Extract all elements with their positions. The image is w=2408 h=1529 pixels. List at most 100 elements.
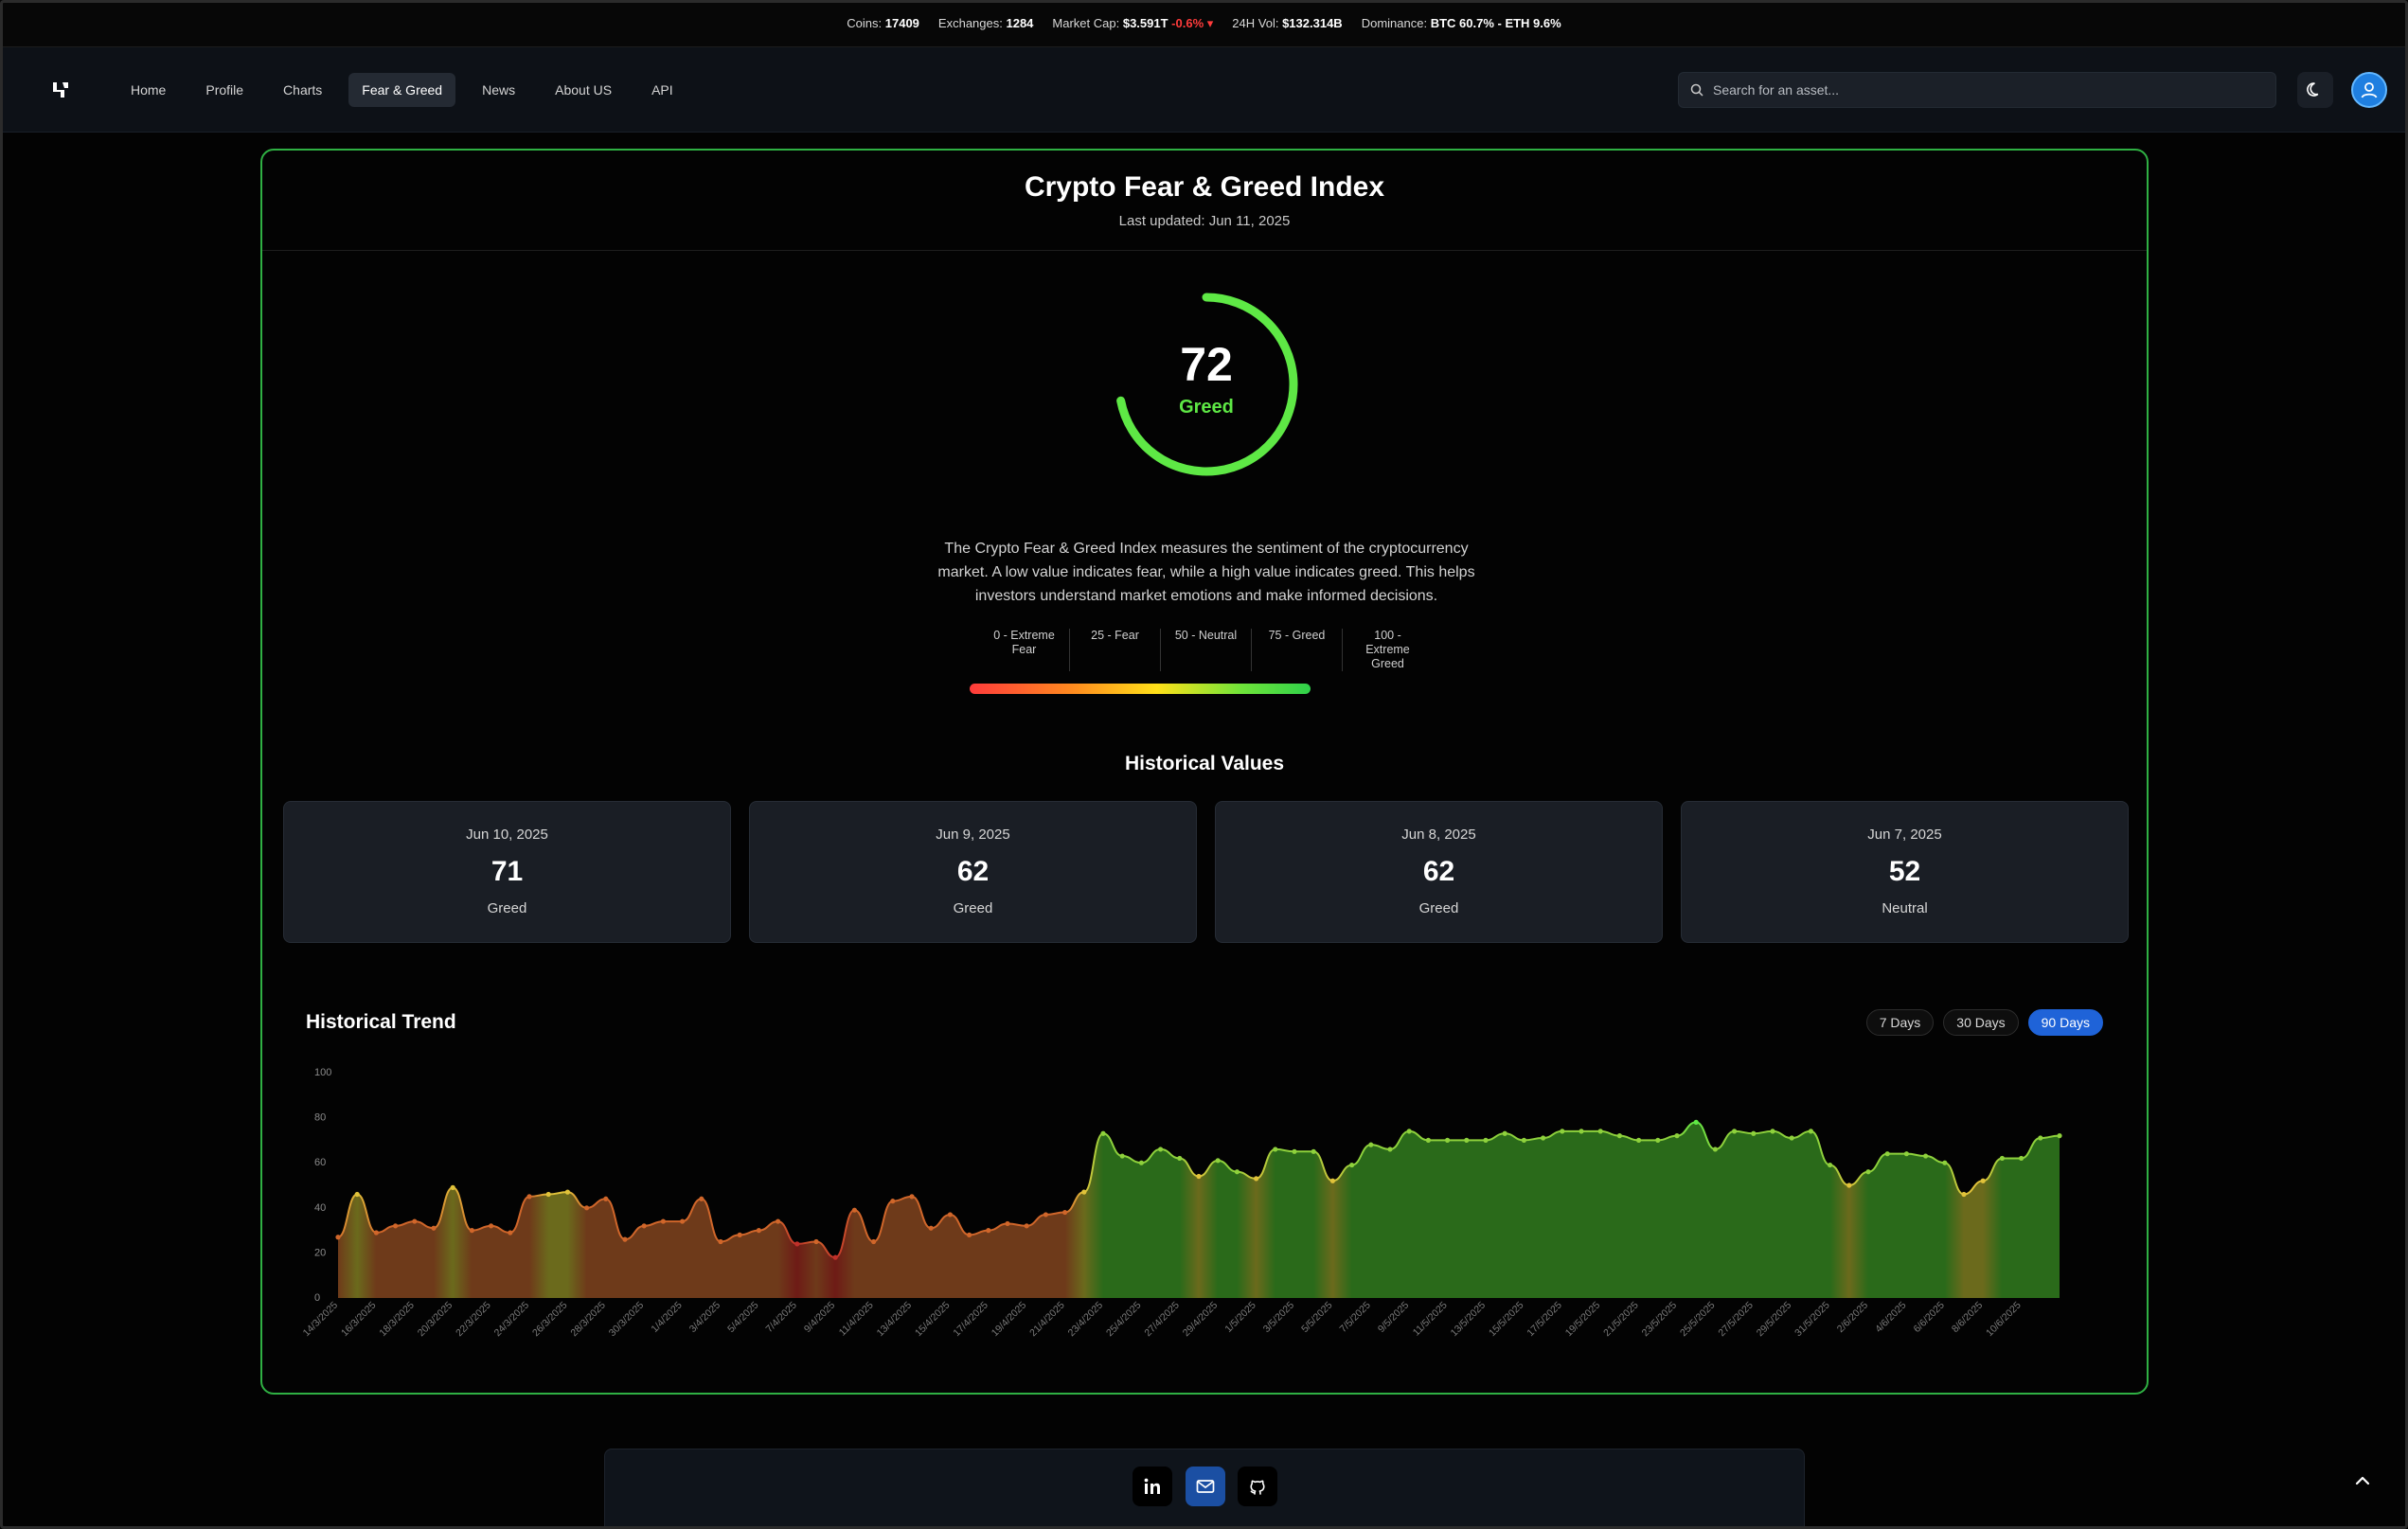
nav-charts[interactable]: Charts [270, 73, 335, 107]
trend-point[interactable] [373, 1230, 379, 1236]
trend-point[interactable] [1674, 1133, 1680, 1139]
trend-point[interactable] [1349, 1162, 1355, 1168]
trend-point[interactable] [1062, 1209, 1068, 1216]
trend-point[interactable] [1732, 1129, 1738, 1134]
trend-point[interactable] [526, 1194, 532, 1200]
trend-point[interactable] [813, 1238, 819, 1245]
trend-point[interactable] [1273, 1147, 1278, 1152]
range-7-days-button[interactable]: 7 Days [1865, 1009, 1935, 1036]
nav-fear-greed[interactable]: Fear & Greed [348, 73, 456, 107]
trend-point[interactable] [890, 1199, 896, 1204]
trend-point[interactable] [1425, 1137, 1431, 1143]
trend-point[interactable] [1541, 1135, 1546, 1141]
trend-point[interactable] [1828, 1162, 1833, 1168]
trend-point[interactable] [851, 1207, 858, 1213]
nav-home[interactable]: Home [117, 73, 179, 107]
trend-point[interactable] [1368, 1142, 1374, 1147]
trend-point[interactable] [1329, 1178, 1335, 1183]
trend-point[interactable] [584, 1205, 590, 1211]
mail-button[interactable] [1186, 1467, 1225, 1506]
trend-point[interactable] [564, 1189, 570, 1195]
trend-point[interactable] [1693, 1119, 1699, 1125]
trend-point[interactable] [1254, 1176, 1259, 1182]
trend-point[interactable] [871, 1238, 877, 1245]
scroll-to-top-button[interactable] [2349, 1467, 2376, 1494]
trend-point[interactable] [2019, 1155, 2025, 1162]
trend-point[interactable] [1770, 1129, 1775, 1134]
trend-point[interactable] [1387, 1147, 1393, 1152]
trend-point[interactable] [1999, 1155, 2005, 1162]
trend-point[interactable] [622, 1236, 628, 1242]
trend-point[interactable] [1196, 1173, 1202, 1180]
trend-point[interactable] [1100, 1130, 1106, 1136]
trend-point[interactable] [986, 1228, 991, 1234]
trend-point[interactable] [1292, 1148, 1297, 1154]
trend-point[interactable] [1138, 1160, 1144, 1165]
trend-point[interactable] [1636, 1137, 1642, 1143]
trend-point[interactable] [928, 1225, 934, 1231]
theme-toggle-button[interactable] [2297, 72, 2333, 108]
trend-point[interactable] [1158, 1147, 1164, 1152]
user-avatar-button[interactable] [2351, 72, 2387, 108]
nav-profile[interactable]: Profile [192, 73, 257, 107]
trend-point[interactable] [1445, 1137, 1451, 1143]
nav-about-us[interactable]: About US [542, 73, 625, 107]
trend-point[interactable] [1560, 1129, 1565, 1134]
trend-point[interactable] [1865, 1169, 1871, 1175]
trend-point[interactable] [1903, 1151, 1909, 1157]
trend-point[interactable] [1311, 1148, 1316, 1154]
trend-point[interactable] [1942, 1160, 1948, 1165]
trend-point[interactable] [1712, 1147, 1718, 1152]
trend-point[interactable] [1081, 1189, 1087, 1195]
linkedin-button[interactable] [1133, 1467, 1172, 1506]
trend-point[interactable] [1464, 1137, 1470, 1143]
trend-point[interactable] [737, 1232, 742, 1237]
trend-point[interactable] [603, 1196, 609, 1201]
github-button[interactable] [1238, 1467, 1277, 1506]
trend-point[interactable] [354, 1191, 360, 1198]
trend-point[interactable] [680, 1218, 686, 1224]
trend-point[interactable] [641, 1223, 647, 1229]
trend-point[interactable] [1043, 1212, 1048, 1218]
trend-point[interactable] [1846, 1182, 1852, 1188]
trend-point[interactable] [1923, 1153, 1929, 1159]
trend-point[interactable] [1005, 1220, 1010, 1227]
trend-point[interactable] [1751, 1130, 1757, 1136]
trend-point[interactable] [756, 1228, 761, 1234]
trend-point[interactable] [1961, 1191, 1967, 1198]
trend-point[interactable] [1884, 1151, 1890, 1157]
trend-point[interactable] [1215, 1158, 1221, 1164]
trend-point[interactable] [508, 1230, 513, 1236]
range-30-days-button[interactable]: 30 Days [1943, 1009, 2019, 1036]
trend-point[interactable] [1808, 1129, 1813, 1134]
range-90-days-button[interactable]: 90 Days [2027, 1009, 2103, 1036]
trend-point[interactable] [393, 1223, 399, 1229]
trend-point[interactable] [1406, 1129, 1412, 1134]
trend-point[interactable] [832, 1254, 838, 1260]
search-input[interactable] [1713, 82, 2243, 98]
trend-point[interactable] [967, 1232, 972, 1237]
search-box[interactable] [1678, 72, 2276, 108]
nav-news[interactable]: News [469, 73, 528, 107]
trend-point[interactable] [1024, 1223, 1029, 1229]
trend-point[interactable] [469, 1228, 474, 1234]
trend-point[interactable] [1177, 1155, 1183, 1162]
trend-point[interactable] [1597, 1129, 1603, 1134]
trend-point[interactable] [660, 1218, 666, 1224]
trend-point[interactable] [1483, 1137, 1489, 1143]
trend-point[interactable] [412, 1218, 418, 1224]
trend-point[interactable] [1502, 1130, 1507, 1136]
trend-point[interactable] [489, 1223, 494, 1229]
trend-point[interactable] [545, 1191, 551, 1198]
trend-point[interactable] [1655, 1137, 1661, 1143]
trend-point[interactable] [776, 1218, 781, 1224]
trend-point[interactable] [947, 1212, 954, 1218]
logo-icon[interactable] [49, 79, 72, 101]
trend-point[interactable] [431, 1225, 437, 1231]
trend-point[interactable] [1980, 1178, 1986, 1183]
trend-point[interactable] [1119, 1153, 1125, 1159]
trend-point[interactable] [718, 1238, 723, 1245]
trend-point[interactable] [1789, 1135, 1794, 1141]
trend-point[interactable] [450, 1184, 455, 1190]
trend-point[interactable] [2038, 1135, 2043, 1141]
